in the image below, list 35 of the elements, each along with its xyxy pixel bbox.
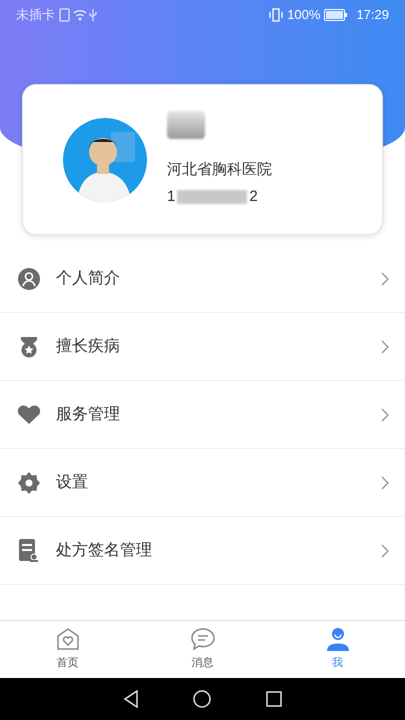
hospital-name: 河北省胸科医院 [167,160,272,180]
menu-item[interactable]: 擅长疾病 [0,313,405,381]
heart-icon [17,404,41,424]
nav-tab[interactable]: 我 [270,621,405,678]
nav-tab[interactable]: 首页 [0,621,135,678]
carrier-text: 未插卡 [16,6,55,24]
phone-end: 2 [249,186,258,206]
back-icon[interactable] [123,690,140,708]
medal-icon [19,336,39,358]
redacted-phone [177,190,248,204]
redacted-name [167,111,205,139]
home-button-icon[interactable] [193,690,212,708]
battery-icon [324,9,348,21]
person-icon [326,627,350,652]
chat-icon [190,627,216,652]
menu-item[interactable]: 个人简介 [0,245,405,313]
chevron-icon [381,340,389,354]
person-icon [18,268,40,290]
nav-tab[interactable]: 消息 [135,621,270,678]
document-icon [19,538,39,562]
recent-apps-icon[interactable] [266,691,282,707]
menu-item[interactable]: 处方签名管理 [0,517,405,585]
clock-text: 17:29 [356,6,389,24]
chevron-icon [381,544,389,558]
menu-item[interactable]: 服务管理 [0,381,405,449]
chevron-icon [381,476,389,490]
vibrate-icon [269,8,284,22]
chevron-icon [381,272,389,286]
signal-icon [59,8,99,22]
menu-item[interactable]: 设置 [0,449,405,517]
settings-icon [18,472,40,494]
phone-start: 1 [167,186,176,206]
home-icon [56,627,80,652]
battery-percent: 100% [287,6,320,24]
chevron-icon [381,408,389,422]
